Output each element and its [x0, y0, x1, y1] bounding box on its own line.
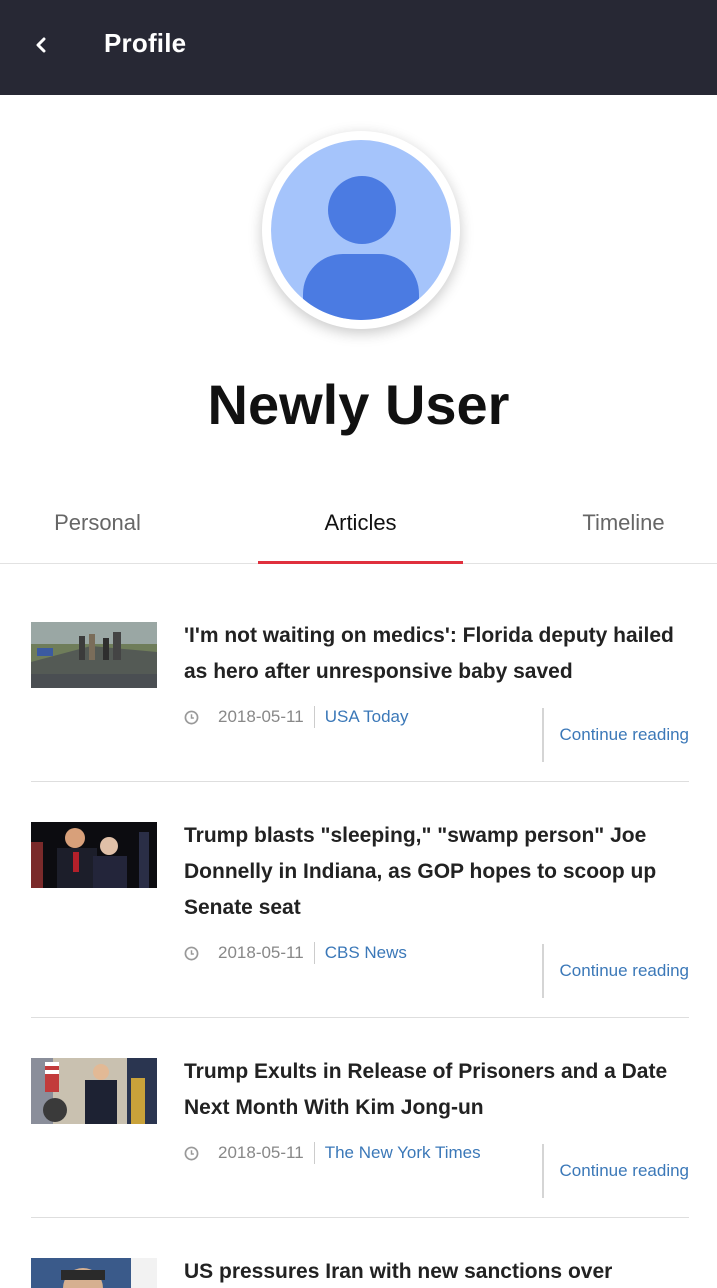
article-meta: 2018-05-11 The New York Times [184, 1142, 481, 1164]
profile-tabs: Personal Articles Timeline [0, 500, 717, 564]
tab-timeline[interactable]: Timeline [530, 500, 717, 564]
article-meta: 2018-05-11 USA Today [184, 706, 409, 728]
page-title: Profile [104, 28, 187, 58]
article-title[interactable]: Trump Exults in Release of Prisoners and… [184, 1054, 694, 1126]
continue-reading-wrap: Continue reading [542, 1144, 689, 1198]
active-tab-indicator [258, 561, 463, 564]
continue-reading-link[interactable]: Continue reading [560, 961, 689, 981]
article-meta: 2018-05-11 CBS News [184, 942, 407, 964]
continue-reading-link[interactable]: Continue reading [560, 1161, 689, 1181]
continue-reading-link[interactable]: Continue reading [560, 725, 689, 745]
avatar[interactable] [262, 131, 460, 329]
list-item[interactable]: US pressures Iran with new sanctions ove… [31, 1236, 689, 1288]
article-source[interactable]: The New York Times [325, 1143, 481, 1163]
back-button[interactable] [28, 30, 54, 60]
tab-articles[interactable]: Articles [258, 500, 463, 564]
chevron-left-icon [36, 37, 46, 53]
article-title[interactable]: 'I'm not waiting on medics': Florida dep… [184, 618, 694, 690]
clock-icon [184, 710, 199, 724]
article-thumbnail[interactable] [31, 1258, 157, 1288]
top-app-bar: Profile [0, 0, 717, 95]
article-thumbnail[interactable] [31, 1058, 157, 1124]
meta-divider [313, 706, 315, 728]
article-date: 2018-05-11 [218, 1143, 304, 1162]
article-thumbnail[interactable] [31, 822, 157, 888]
list-item[interactable]: Trump Exults in Release of Prisoners and… [31, 1036, 689, 1218]
article-title[interactable]: US pressures Iran with new sanctions ove… [184, 1254, 694, 1288]
meta-divider [313, 1142, 315, 1164]
article-title[interactable]: Trump blasts "sleeping," "swamp person" … [184, 818, 694, 926]
list-item[interactable]: Trump blasts "sleeping," "swamp person" … [31, 800, 689, 1018]
continue-reading-wrap: Continue reading [542, 944, 689, 998]
meta-divider [313, 942, 315, 964]
article-date: 2018-05-11 [218, 707, 304, 726]
tab-personal[interactable]: Personal [0, 500, 195, 564]
continue-reading-wrap: Continue reading [542, 708, 689, 762]
user-avatar-icon [271, 140, 451, 320]
article-source[interactable]: USA Today [325, 707, 409, 727]
user-name: Newly User [207, 373, 510, 436]
clock-icon [184, 946, 199, 960]
list-item[interactable]: 'I'm not waiting on medics': Florida dep… [31, 600, 689, 782]
article-date: 2018-05-11 [218, 943, 304, 962]
article-thumbnail[interactable] [31, 622, 157, 688]
article-source[interactable]: CBS News [325, 943, 407, 963]
clock-icon [184, 1146, 199, 1160]
